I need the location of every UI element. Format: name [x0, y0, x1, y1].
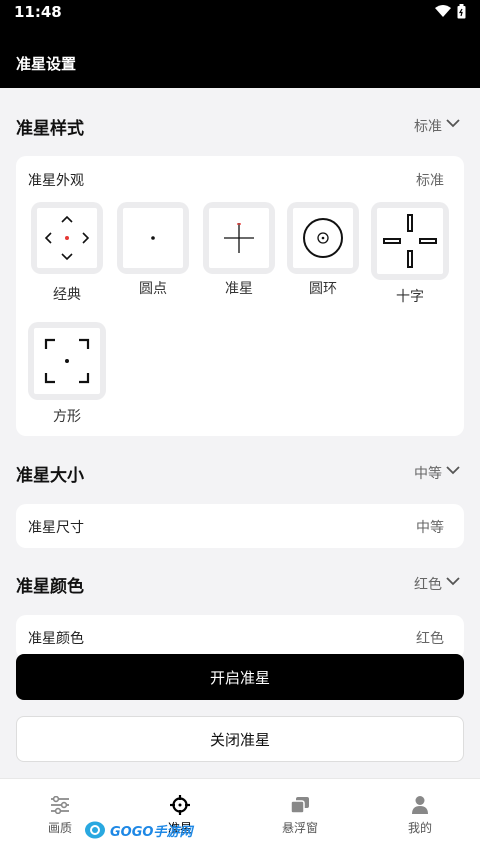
style-option-label: 方形: [53, 409, 81, 425]
style-option-ring[interactable]: 圆环: [284, 202, 362, 298]
style-option-square[interactable]: 方形: [28, 322, 106, 426]
nav-label: 我的: [407, 821, 432, 835]
chevron-down-icon: [446, 119, 460, 128]
style-option-dot[interactable]: 圆点: [114, 202, 192, 298]
classic-crosshair-icon: [44, 215, 90, 261]
style-option-label: 经典: [53, 287, 81, 303]
window-icon: [290, 797, 309, 814]
square-crosshair-icon: [44, 338, 90, 384]
style-card-label: 准星外观: [28, 173, 84, 189]
wifi-icon: [435, 5, 451, 17]
color-section-header[interactable]: 准星颜色 红色: [16, 568, 464, 598]
color-card-label: 准星颜色: [28, 631, 84, 647]
style-option-label: 准星: [225, 281, 253, 297]
user-icon: [412, 796, 428, 814]
battery-icon: [457, 4, 466, 19]
style-option-label: 圆点: [139, 281, 167, 297]
size-section-value: 中等: [414, 466, 442, 482]
style-card: 准星外观 标准 经典 圆点 准星 圆环 十字 方形: [16, 156, 464, 436]
nav-item-float-window[interactable]: 悬浮窗: [240, 793, 360, 836]
size-card[interactable]: 准星尺寸 中等: [16, 504, 464, 548]
crosshair-icon: [170, 795, 190, 815]
style-section-header[interactable]: 准星样式 标准: [16, 110, 464, 140]
size-card-value: 中等: [416, 520, 444, 536]
style-option-classic[interactable]: 经典: [28, 202, 106, 304]
style-option-label: 十字: [396, 289, 424, 305]
style-option-cross[interactable]: 准星: [200, 202, 278, 298]
color-section-title: 准星颜色: [16, 577, 84, 597]
style-section-value: 标准: [414, 119, 442, 135]
watermark-text: GOGO手游网: [110, 824, 193, 840]
size-section-header[interactable]: 准星大小 中等: [16, 457, 464, 487]
style-card-value: 标准: [416, 173, 444, 189]
color-card-value: 红色: [416, 631, 444, 647]
disable-crosshair-button[interactable]: 关闭准星: [16, 716, 464, 762]
status-icons: [435, 4, 466, 19]
nav-label: 悬浮窗: [281, 821, 318, 835]
style-option-plus[interactable]: 十字: [371, 202, 449, 306]
plus-crosshair-icon: [383, 214, 437, 268]
watermark-logo-icon: [85, 821, 105, 839]
status-bar: 11:48: [0, 0, 480, 26]
color-section-value: 红色: [414, 577, 442, 593]
nav-item-profile[interactable]: 我的: [360, 793, 480, 836]
style-section-title: 准星样式: [16, 119, 84, 139]
chevron-down-icon: [446, 466, 460, 475]
app-header: 准星设置: [0, 26, 480, 88]
size-section-title: 准星大小: [16, 466, 84, 486]
dot-crosshair-icon: [151, 236, 155, 240]
ring-crosshair-icon: [303, 218, 343, 258]
bottom-nav: 画质 准星 悬浮窗 我的: [0, 778, 480, 853]
page-title: 准星设置: [16, 55, 77, 73]
sliders-icon: [51, 796, 69, 814]
watermark: GOGO手游网: [84, 820, 192, 840]
cross-crosshair-icon: [224, 223, 254, 253]
chevron-down-icon: [446, 577, 460, 586]
status-time: 11:48: [14, 3, 62, 21]
size-card-label: 准星尺寸: [28, 520, 84, 536]
color-card[interactable]: 准星颜色 红色: [16, 615, 464, 659]
style-option-label: 圆环: [309, 281, 337, 297]
enable-crosshair-button[interactable]: 开启准星: [16, 654, 464, 700]
